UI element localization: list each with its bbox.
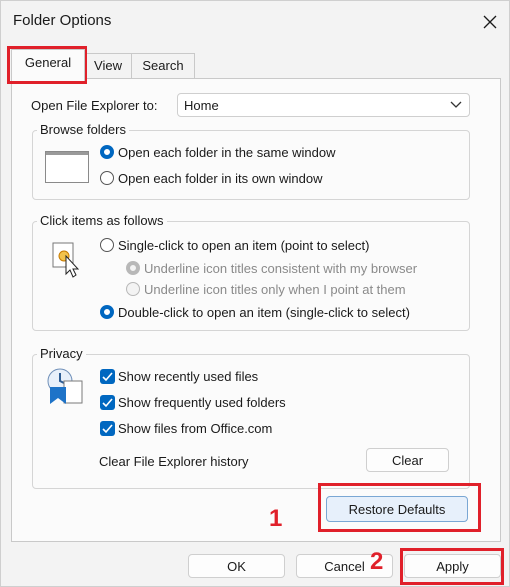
tab-general[interactable]: General (11, 49, 85, 81)
same-window-radio[interactable] (100, 145, 114, 159)
click-items-legend: Click items as follows (37, 213, 167, 228)
office-files-label: Show files from Office.com (118, 421, 273, 436)
double-click-radio[interactable] (100, 305, 114, 319)
double-click-label: Double-click to open an item (single-cli… (118, 305, 410, 320)
own-window-radio[interactable] (100, 171, 114, 185)
title-bar: Folder Options (1, 1, 509, 41)
tab-strip: General View Search (11, 49, 499, 81)
clear-button[interactable]: Clear (366, 448, 449, 472)
folder-options-dialog: Folder Options General View Search Open … (0, 0, 510, 587)
window-preview-icon (45, 151, 89, 186)
privacy-legend: Privacy (37, 346, 86, 361)
checkmark-icon (102, 398, 113, 408)
office-files-checkbox[interactable] (100, 421, 115, 436)
underline-browser-radio[interactable] (126, 261, 140, 275)
close-icon[interactable] (477, 9, 503, 35)
restore-defaults-button[interactable]: Restore Defaults (326, 496, 468, 522)
annotation-marker-1: 1 (269, 505, 283, 532)
recent-files-label: Show recently used files (118, 369, 259, 384)
tab-search[interactable]: Search (131, 53, 195, 80)
general-tab-panel: Open File Explorer to: Home Browse folde… (11, 78, 501, 542)
tab-view-label: View (94, 58, 122, 73)
apply-button[interactable]: Apply (404, 554, 501, 578)
open-explorer-label: Open File Explorer to: (31, 98, 158, 113)
window-title: Folder Options (13, 12, 112, 29)
click-cursor-icon (52, 242, 82, 281)
checkmark-icon (102, 424, 113, 434)
own-window-label: Open each folder in its own window (118, 171, 323, 186)
checkmark-icon (102, 372, 113, 382)
open-explorer-value: Home (184, 98, 219, 113)
ok-button[interactable]: OK (188, 554, 285, 578)
annotation-marker-2: 2 (370, 548, 384, 575)
underline-point-radio[interactable] (126, 282, 140, 296)
open-explorer-select[interactable]: Home (177, 93, 470, 117)
chevron-down-icon (450, 101, 462, 108)
tab-search-label: Search (142, 58, 184, 73)
same-window-label: Open each folder in the same window (118, 145, 336, 160)
single-click-label: Single-click to open an item (point to s… (118, 238, 370, 253)
privacy-icon (46, 367, 86, 408)
browse-folders-group (32, 130, 470, 200)
tab-view[interactable]: View (82, 53, 134, 80)
frequent-folders-label: Show frequently used folders (118, 395, 286, 410)
single-click-radio[interactable] (100, 238, 114, 252)
browse-folders-legend: Browse folders (37, 122, 129, 137)
underline-browser-label: Underline icon titles consistent with my… (144, 261, 418, 276)
tab-general-label: General (24, 55, 72, 70)
underline-point-label: Underline icon titles only when I point … (144, 282, 406, 297)
recent-files-checkbox[interactable] (100, 369, 115, 384)
clear-history-label: Clear File Explorer history (99, 454, 249, 469)
frequent-folders-checkbox[interactable] (100, 395, 115, 410)
